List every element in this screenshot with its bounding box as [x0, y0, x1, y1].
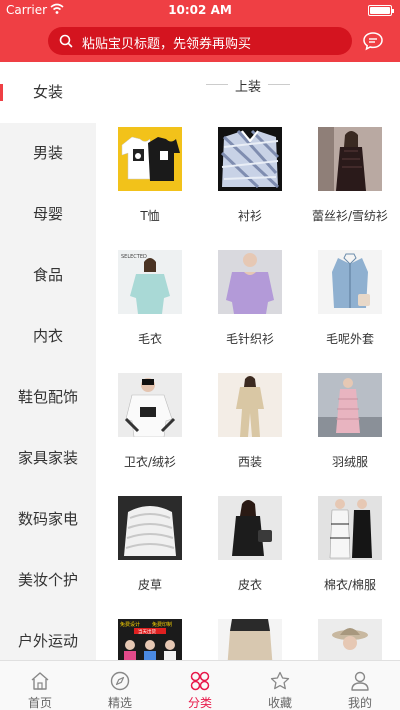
category-label: 卫衣/绒衫 — [123, 455, 177, 469]
product-thumbnail — [118, 373, 182, 437]
product-thumbnail — [318, 250, 382, 314]
sidebar-item-electronics[interactable]: 数码家电 — [0, 489, 96, 550]
divider — [268, 84, 290, 85]
clock: 10:02 AM — [168, 3, 232, 17]
category-item-promo[interactable]: 免费设计 免费印制 当天出货 — [100, 619, 200, 660]
category-item-cotton-coat[interactable]: 棉衣/棉服 — [300, 496, 400, 596]
category-label: 毛呢外套 — [325, 332, 374, 346]
category-sidebar: 女装 男装 母婴 食品 内衣 鞋包配饰 家具家装 数码家电 美妆个护 户外运动 — [0, 62, 96, 660]
tab-category[interactable]: 分类 — [160, 661, 240, 710]
product-thumbnail — [218, 373, 282, 437]
product-thumbnail — [218, 496, 282, 560]
category-item-wool-coat[interactable]: 毛呢外套 — [300, 250, 400, 350]
sidebar-item-label: 美妆个护 — [17, 571, 78, 589]
product-thumbnail: 免费设计 免费印制 当天出货 — [118, 619, 182, 660]
category-item-tshirt[interactable]: T恤 — [100, 127, 200, 227]
category-item-knit-cardigan[interactable]: 毛针织衫 — [200, 250, 300, 350]
category-label: 毛衣 — [137, 332, 162, 346]
product-thumbnail — [318, 373, 382, 437]
sidebar-item-women[interactable]: 女装 — [0, 62, 96, 123]
sidebar-item-baby[interactable]: 母婴 — [0, 184, 96, 245]
search-bar[interactable]: 粘贴宝贝标题，先领券再购买 — [48, 27, 352, 55]
category-label: 蕾丝衫/雪纺衫 — [311, 209, 389, 223]
product-thumbnail — [118, 496, 182, 560]
product-thumbnail — [218, 250, 282, 314]
user-icon — [351, 671, 369, 691]
sidebar-item-food[interactable]: 食品 — [0, 245, 96, 306]
category-label: T恤 — [140, 209, 160, 223]
sidebar-item-label: 内衣 — [32, 327, 63, 345]
active-indicator — [0, 84, 3, 101]
sidebar-item-label: 数码家电 — [17, 510, 78, 528]
tab-label: 收藏 — [267, 696, 292, 710]
category-item-fur[interactable]: 皮草 — [100, 496, 200, 596]
sidebar-item-label: 女装 — [32, 83, 63, 101]
sidebar-item-outdoor[interactable]: 户外运动 — [0, 611, 96, 660]
tab-label: 精选 — [107, 696, 132, 710]
category-label: 毛针织衫 — [225, 332, 274, 346]
sidebar-item-furniture[interactable]: 家具家装 — [0, 428, 96, 489]
search-icon — [59, 34, 73, 48]
product-thumbnail — [118, 127, 182, 191]
product-thumbnail: SELECTED — [118, 250, 182, 314]
category-label: 衬衫 — [237, 209, 262, 223]
search-placeholder: 粘贴宝贝标题，先领券再购买 — [82, 37, 252, 52]
product-thumbnail — [318, 127, 382, 191]
category-label: 皮草 — [137, 578, 162, 592]
top-header: Carrier 10:02 AM 粘贴宝贝标题，先领券再购买 — [0, 0, 400, 62]
category-label: 棉衣/棉服 — [323, 578, 377, 592]
battery-icon — [368, 5, 394, 16]
tab-label: 首页 — [27, 696, 52, 710]
compass-icon — [110, 671, 130, 691]
message-icon[interactable] — [362, 30, 384, 52]
category-item-hat[interactable] — [300, 619, 400, 660]
tab-featured[interactable]: 精选 — [80, 661, 160, 710]
category-item-suit[interactable]: 西装 — [200, 373, 300, 473]
sidebar-item-underwear[interactable]: 内衣 — [0, 306, 96, 367]
bottom-tab-bar: 首页 精选 分类 收藏 我的 — [0, 660, 400, 710]
product-thumbnail — [218, 127, 282, 191]
tab-label: 我的 — [347, 696, 372, 710]
sidebar-item-label: 户外运动 — [17, 632, 78, 650]
section-title: 上装 — [234, 80, 261, 95]
tab-profile[interactable]: 我的 — [320, 661, 400, 710]
category-item-sweater[interactable]: SELECTED 毛衣 — [100, 250, 200, 350]
status-bar: Carrier 10:02 AM — [0, 0, 400, 20]
category-item-shirt[interactable]: 衬衫 — [200, 127, 300, 227]
category-item-pants[interactable] — [200, 619, 300, 660]
category-content: 上装 T恤 衬衫 蕾丝衫/雪纺衫 SELECTED 毛衣 毛针织衫 毛呢外套 卫… — [96, 62, 400, 660]
product-thumbnail — [318, 496, 382, 560]
category-item-down-jacket[interactable]: 羽绒服 — [300, 373, 400, 473]
promo-text: 当天出货 — [138, 628, 156, 635]
sidebar-item-label: 母婴 — [32, 205, 63, 223]
sidebar-item-beauty[interactable]: 美妆个护 — [0, 550, 96, 611]
product-thumbnail — [218, 619, 282, 660]
category-label: 西装 — [237, 455, 262, 469]
tab-favorites[interactable]: 收藏 — [240, 661, 320, 710]
sidebar-item-label: 鞋包配饰 — [17, 388, 78, 406]
star-icon — [270, 671, 290, 690]
category-item-lace-chiffon[interactable]: 蕾丝衫/雪纺衫 — [300, 127, 400, 227]
sidebar-item-label: 食品 — [32, 266, 63, 284]
sidebar-item-label: 家具家装 — [17, 449, 78, 467]
brand-text: SELECTED — [121, 254, 147, 260]
product-thumbnail — [318, 619, 382, 660]
sidebar-item-label: 男装 — [32, 144, 63, 162]
category-icon — [190, 671, 210, 691]
category-label: 皮衣 — [237, 578, 262, 592]
tab-label: 分类 — [187, 696, 212, 710]
home-icon — [31, 672, 49, 690]
category-label: 羽绒服 — [331, 455, 368, 469]
promo-text: 免费设计 — [120, 621, 140, 628]
sidebar-item-shoes-bags[interactable]: 鞋包配饰 — [0, 367, 96, 428]
category-item-hoodie[interactable]: 卫衣/绒衫 — [100, 373, 200, 473]
category-item-leather[interactable]: 皮衣 — [200, 496, 300, 596]
tab-home[interactable]: 首页 — [0, 661, 80, 710]
promo-text: 免费印制 — [152, 621, 172, 628]
sidebar-item-men[interactable]: 男装 — [0, 123, 96, 184]
